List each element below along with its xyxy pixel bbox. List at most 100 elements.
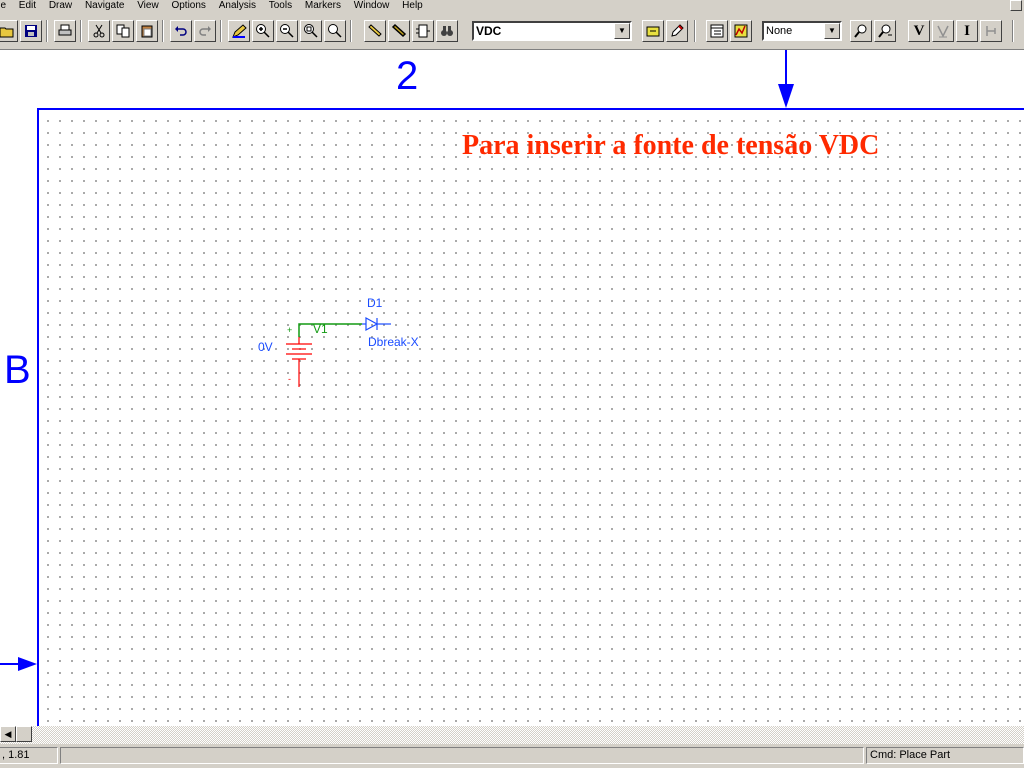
diode-model-label[interactable]: Dbreak-X	[368, 335, 419, 349]
block-icon	[416, 24, 430, 38]
scroll-left-button[interactable]: ◀	[0, 726, 16, 742]
arrow-left-icon: ◀	[4, 728, 12, 739]
source-minus-label: -	[288, 374, 291, 384]
open-file-button[interactable]	[0, 20, 18, 42]
toolbar-separator	[80, 20, 82, 42]
toolbar-separator	[1012, 20, 1014, 42]
pencil-edit-icon	[671, 24, 684, 37]
print-button[interactable]	[54, 20, 76, 42]
printer-icon	[58, 24, 72, 36]
zoom-area-icon	[304, 24, 318, 38]
zoom-in-button[interactable]	[252, 20, 274, 42]
toolbar-separator	[46, 20, 48, 42]
menu-edit[interactable]: Edit	[19, 0, 36, 11]
zoom-fit-button[interactable]	[324, 20, 346, 42]
undo-button[interactable]	[170, 20, 192, 42]
display-combo[interactable]: None ▼	[762, 21, 842, 41]
menu-help[interactable]: Help	[402, 0, 423, 11]
zoom-in-icon	[256, 24, 270, 38]
zoom-fit-icon	[328, 24, 342, 38]
draw-bus-button[interactable]	[364, 20, 386, 42]
get-part-button[interactable]	[436, 20, 458, 42]
toolbar-separator	[162, 20, 164, 42]
menu-markers[interactable]: Markers	[305, 0, 341, 11]
zone-column-arrow	[778, 84, 794, 108]
magnifier-next-icon	[878, 24, 892, 38]
clipboard-icon	[141, 25, 153, 38]
save-button[interactable]	[20, 20, 42, 42]
binoculars-icon	[441, 26, 453, 36]
block-button[interactable]	[412, 20, 434, 42]
part-name-combo[interactable]: VDC ▼	[472, 21, 632, 41]
menu-file[interactable]: ile	[0, 0, 6, 11]
draw-wire-button[interactable]	[228, 20, 250, 42]
voltage-marker-button[interactable]: V	[908, 20, 930, 42]
draw-pencil-bold-icon	[391, 23, 407, 38]
redo-button[interactable]	[194, 20, 216, 42]
chevron-down-icon: ▼	[828, 26, 836, 35]
toolbar: VDC ▼ None ▼ V I	[0, 12, 1024, 50]
display-combo-dropdown-button[interactable]: ▼	[824, 23, 840, 39]
window-restore-button[interactable]	[1010, 0, 1022, 11]
part-combo-dropdown-button[interactable]: ▼	[614, 23, 630, 39]
status-bar: , 1.81 Cmd: Place Part	[0, 744, 1024, 768]
floppy-icon	[25, 25, 37, 37]
zoom-out-button[interactable]	[276, 20, 298, 42]
toolbar-separator	[220, 20, 222, 42]
annotation-text: Para inserir a fonte de tensão VDC	[462, 130, 880, 161]
copy-icon	[116, 24, 130, 38]
source-plus-label: +	[287, 325, 293, 335]
menu-options[interactable]: Options	[171, 0, 205, 11]
voltage-diff-marker-button[interactable]	[932, 20, 954, 42]
magnifier-icon	[854, 24, 867, 38]
current-marker-button[interactable]: I	[956, 20, 978, 42]
toolbar-separator	[350, 20, 352, 42]
folder-icon	[0, 27, 14, 38]
search-next-button[interactable]	[874, 20, 896, 42]
menu-window[interactable]: Window	[354, 0, 390, 11]
zone-row-arrow	[18, 657, 37, 671]
menu-tools[interactable]: Tools	[269, 0, 292, 11]
display-combo-value: None	[766, 25, 793, 37]
search-button[interactable]	[850, 20, 872, 42]
menu-bar: ile Edit Draw Navigate View Options Anal…	[0, 0, 1024, 12]
coordinates-readout: , 1.81	[0, 747, 58, 764]
paste-button[interactable]	[136, 20, 158, 42]
source-value-label[interactable]: 0V	[258, 340, 273, 354]
power-marker-icon	[986, 26, 996, 36]
menu-draw[interactable]: Draw	[49, 0, 72, 11]
copy-button[interactable]	[112, 20, 134, 42]
part-name-value: VDC	[476, 24, 502, 38]
setup-analysis-button[interactable]	[706, 20, 728, 42]
cut-button[interactable]	[88, 20, 110, 42]
current-marker-label: I	[964, 22, 970, 39]
setup-icon	[710, 24, 724, 38]
chevron-down-icon: ▼	[618, 26, 626, 35]
voltage-marker-label: V	[913, 22, 925, 39]
simulate-icon	[734, 24, 748, 38]
menu-navigate[interactable]: Navigate	[85, 0, 124, 11]
diode-ref-label[interactable]: D1	[367, 296, 382, 310]
menu-analysis[interactable]: Analysis	[219, 0, 256, 11]
voltage-diff-icon	[937, 25, 949, 38]
edit-symbol-button[interactable]	[642, 20, 664, 42]
zoom-out-icon	[280, 24, 294, 38]
redo-icon	[199, 26, 211, 36]
symbol-edit-icon	[646, 26, 660, 37]
power-marker-button[interactable]	[980, 20, 1002, 42]
draw-block-button[interactable]	[388, 20, 410, 42]
zoom-area-button[interactable]	[300, 20, 322, 42]
horizontal-scrollbar[interactable]: ◀	[0, 726, 1024, 744]
simulate-button[interactable]	[730, 20, 752, 42]
menu-view[interactable]: View	[137, 0, 159, 11]
status-message	[60, 747, 864, 764]
draw-pencil-icon	[368, 24, 382, 37]
toolbar-separator	[694, 20, 696, 42]
scissors-icon	[93, 24, 105, 38]
pencil-icon	[232, 24, 247, 38]
scroll-thumb[interactable]	[16, 726, 32, 742]
undo-icon	[175, 26, 187, 36]
attributes-button[interactable]	[666, 20, 688, 42]
source-ref-label[interactable]: V1	[313, 322, 328, 336]
command-readout: Cmd: Place Part	[866, 747, 1024, 764]
